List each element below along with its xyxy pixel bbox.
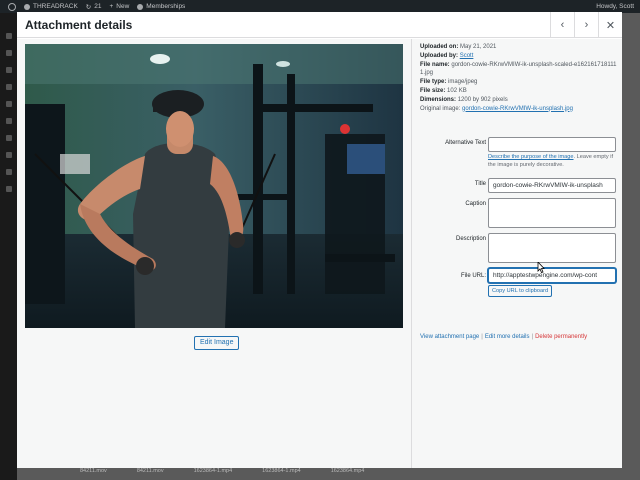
dashboard-icon[interactable] xyxy=(5,33,12,39)
background-file: 1623864.mp4 xyxy=(330,468,365,474)
chevron-left-icon: ‹ xyxy=(560,19,565,31)
attachment-actions: View attachment page | Edit more details | D… xyxy=(420,334,587,340)
previous-button[interactable]: ‹ xyxy=(550,12,574,38)
updates-icon: ↻ xyxy=(85,3,92,11)
title-label: Title xyxy=(474,181,486,187)
next-button[interactable]: › xyxy=(574,12,598,38)
site-name: THREADRACK xyxy=(33,3,78,10)
tools-icon[interactable] xyxy=(5,169,12,175)
copy-url-button[interactable]: Copy URL to clipboard xyxy=(488,285,553,297)
background-file: 1623864-1.mp4 xyxy=(262,468,301,474)
caption-textarea[interactable] xyxy=(488,198,616,228)
appearance-icon[interactable] xyxy=(5,118,12,124)
modal-header: Attachment details ‹ › ✕ xyxy=(17,12,622,38)
background-file: 1623864-1.mp4 xyxy=(193,468,233,474)
chevron-right-icon: › xyxy=(584,19,589,31)
file-url-input[interactable]: http://apptestwpengine.com/wp-cont xyxy=(488,268,616,283)
file-name-value: gordon-cowie-RKrwVMIW-ik-unsplash-scaled… xyxy=(420,61,617,77)
description-label: Description xyxy=(455,236,486,242)
uploaded-by-link[interactable]: Scott xyxy=(460,53,474,59)
delete-permanently-link[interactable]: Delete permanently xyxy=(535,334,587,340)
alt-text-label: Alternative Text xyxy=(445,140,486,146)
dimensions: Dimensions: 1200 by 902 pixels xyxy=(420,96,620,105)
new-content-link[interactable]: + New xyxy=(109,3,129,10)
memberships-label: Memberships xyxy=(146,3,186,10)
mouse-cursor-icon xyxy=(537,262,545,273)
uploaded-on-label: Uploaded on: xyxy=(420,44,459,50)
alt-text-input[interactable] xyxy=(488,137,616,152)
background-file-list: 84211.mov 84211.mov 1623864-1.mp4 162386… xyxy=(80,468,364,474)
close-icon: ✕ xyxy=(605,19,616,32)
posts-icon[interactable] xyxy=(5,50,12,56)
background-file: 84211.mov xyxy=(136,468,164,474)
view-attachment-page-link[interactable]: View attachment page xyxy=(420,334,479,340)
home-icon xyxy=(24,3,30,10)
file-type-value: image/jpeg xyxy=(448,79,478,86)
action-separator: | xyxy=(481,334,483,340)
media-preview-area: Edit Image xyxy=(17,39,411,468)
edit-more-details-link[interactable]: Edit more details xyxy=(485,334,530,340)
uploaded-on-value: May 21, 2021 xyxy=(460,44,497,50)
updates-count: 21 xyxy=(94,3,102,10)
file-type: File type: image/jpeg xyxy=(420,78,620,87)
modal-title: Attachment details xyxy=(25,18,133,32)
attachment-details-panel: Uploaded on: May 21, 2021 Uploaded by: S… xyxy=(411,39,622,468)
caption-label: Caption xyxy=(465,201,486,207)
memberships-link[interactable]: Memberships xyxy=(137,3,185,10)
media-icon[interactable] xyxy=(5,67,12,73)
uploaded-by: Uploaded by: Scott xyxy=(420,52,620,61)
plus-icon: + xyxy=(109,3,114,10)
comments-icon[interactable] xyxy=(5,101,12,107)
description-textarea[interactable] xyxy=(488,233,616,263)
uploaded-on: Uploaded on: May 21, 2021 xyxy=(420,43,620,52)
action-separator: | xyxy=(531,334,534,340)
file-type-label: File type: xyxy=(420,79,447,86)
settings-icon[interactable] xyxy=(5,186,12,192)
gym-photo-illustration xyxy=(25,44,403,328)
updates-link[interactable]: ↻ 21 xyxy=(86,3,102,11)
file-metadata: Uploaded on: May 21, 2021 Uploaded by: S… xyxy=(420,43,620,113)
title-input[interactable]: gordon-cowie-RKrwVMIW-ik-unsplash xyxy=(488,178,616,193)
file-url-label: File URL: xyxy=(460,273,486,279)
original-image-link[interactable]: gordon-cowie-RKrwVMIW-ik-unsplash.jpg xyxy=(462,106,573,112)
admin-menu xyxy=(0,13,17,480)
wordpress-logo-icon[interactable] xyxy=(8,2,16,11)
file-size: File size: 102 KB xyxy=(420,87,620,96)
original-image-label: Original image: xyxy=(420,105,461,112)
pages-icon[interactable] xyxy=(5,84,12,90)
memberships-icon xyxy=(137,3,144,10)
original-image: Original image: gordon-cowie-RKrwVMIW-ik… xyxy=(420,105,620,114)
file-name-label: File name: xyxy=(420,61,450,68)
dimensions-value: 1200 by 902 pixels xyxy=(457,96,508,103)
background-file: 84211.mov xyxy=(80,468,107,474)
alt-text-help-link[interactable]: Describe the purpose of the image xyxy=(488,154,574,160)
edit-image-button[interactable]: Edit Image xyxy=(194,336,240,350)
attachment-details-modal: Attachment details ‹ › ✕ Edit Image Uplo… xyxy=(17,12,622,468)
plugins-icon[interactable] xyxy=(5,135,12,141)
alt-text-help: Describe the purpose of the image. Leave… xyxy=(488,153,620,169)
file-name: File name: gordon-cowie-RKrwVMIW-ik-unsp… xyxy=(420,61,620,79)
new-label: New xyxy=(116,3,130,10)
file-size-value: 102 KB xyxy=(447,87,467,94)
dimensions-label: Dimensions: xyxy=(420,96,457,103)
file-size-label: File size: xyxy=(420,87,446,94)
site-name-link[interactable]: THREADRACK xyxy=(24,3,78,10)
attachment-image xyxy=(25,44,403,328)
close-button[interactable]: ✕ xyxy=(598,12,622,38)
user-greeting[interactable]: Howdy, Scott xyxy=(596,3,634,10)
users-icon[interactable] xyxy=(5,152,12,158)
uploaded-by-label: Uploaded by: xyxy=(420,52,459,59)
